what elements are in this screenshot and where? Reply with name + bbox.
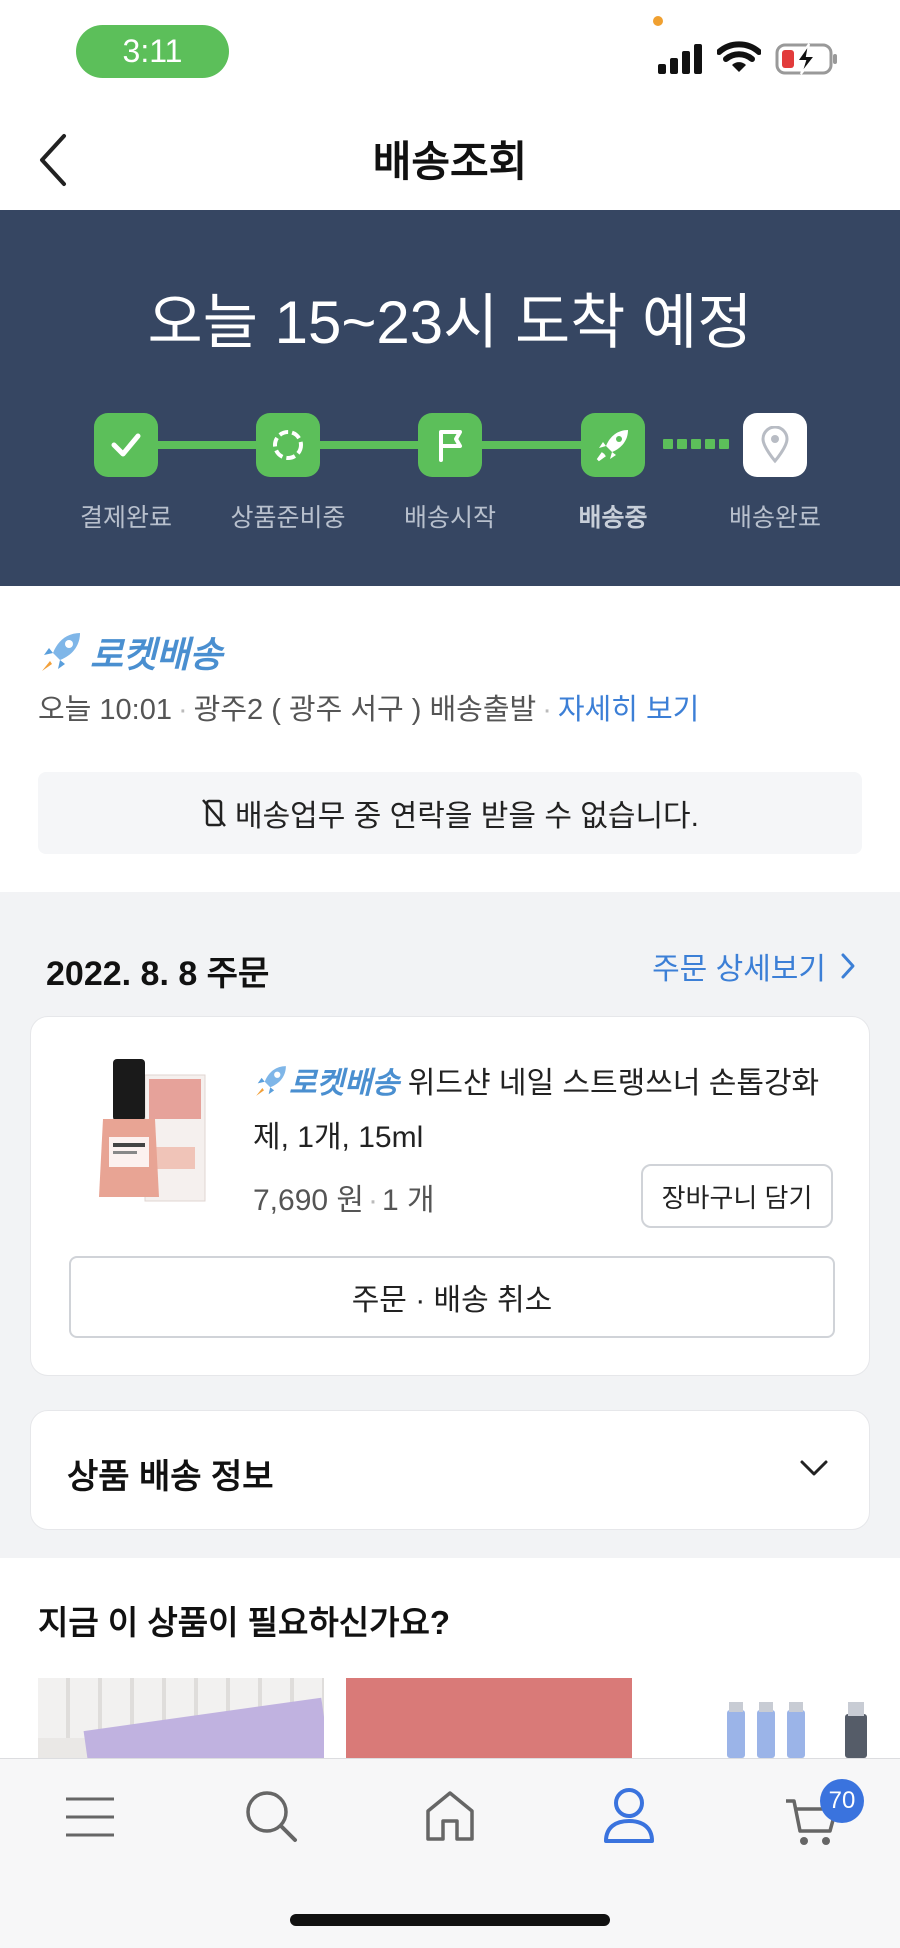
battery-charging-icon: [775, 43, 837, 75]
product-rocket-label: 로켓배송: [289, 1067, 400, 1100]
wifi-icon: [717, 41, 761, 72]
rocket-logo-icon: [256, 1066, 286, 1096]
step-label: 상품준비중: [230, 504, 346, 532]
step-loading-circle-icon: [256, 413, 320, 477]
cancel-order-button[interactable]: 주문 · 배송 취소: [69, 1256, 835, 1338]
home-icon[interactable]: [424, 1789, 476, 1843]
progress-tracker: 결제완료 상품준비중 배송시작 배송중 배송완료: [0, 210, 900, 586]
order-detail-link[interactable]: 주문 상세보기: [652, 944, 856, 988]
progress-line: [158, 441, 258, 449]
progress-line: [320, 441, 420, 449]
privacy-indicator-dot: [653, 16, 663, 26]
rocket-delivery-label: 로켓배송: [90, 634, 223, 675]
contact-notice: 배송업무 중 연락을 받을 수 없습니다.: [38, 772, 862, 854]
step-check-icon: [94, 413, 158, 477]
menu-icon[interactable]: [64, 1795, 116, 1839]
my-account-icon[interactable]: [602, 1787, 656, 1845]
recommend-section: 지금 이 상품이 필요하신가요?: [0, 1558, 900, 1758]
details-link[interactable]: 자세히 보기: [558, 694, 699, 726]
shipping-location: 광주2 ( 광주 서구 ) 배송출발: [193, 694, 537, 726]
search-icon[interactable]: [244, 1789, 298, 1843]
product-title[interactable]: 로켓배송 위드샨 네일 스트랭쓰너 손톱강화제, 1개, 15ml: [253, 1057, 843, 1165]
delivery-info-section: 로켓배송 오늘 10:01 · 광주2 ( 광주 서구 ) 배송출발 · 자세히 보기 …: [0, 586, 900, 892]
progress-line: [482, 441, 582, 449]
cart-count-badge: 70: [820, 1779, 864, 1823]
product-image[interactable]: [87, 1057, 217, 1207]
order-detail-label: 주문 상세보기: [652, 953, 826, 986]
progress-dotted-line: [663, 439, 729, 449]
step-flag-icon: [418, 413, 482, 477]
shipping-info-accordion[interactable]: 상품 배송 정보: [30, 1410, 870, 1530]
recommend-product-image[interactable]: [38, 1678, 324, 1758]
step-label-current: 배송중: [578, 504, 648, 532]
order-item-card: 로켓배송 위드샨 네일 스트랭쓰너 손톱강화제, 1개, 15ml 7,690 …: [30, 1016, 870, 1376]
status-bar: 3:11: [0, 0, 900, 100]
shipping-status-line: 오늘 10:01 · 광주2 ( 광주 서구 ) 배송출발 · 자세히 보기: [38, 694, 700, 726]
shipping-time: 오늘 10:01: [38, 694, 172, 726]
chevron-down-icon: [800, 1460, 828, 1476]
step-label: 배송시작: [403, 504, 496, 532]
status-time: 3:11: [76, 25, 229, 78]
order-section: 2022. 8. 8 주문 주문 상세보기 로켓배송 위드샨 네일 스트랭쓰너 …: [0, 892, 900, 1558]
product-qty: 1 개: [382, 1184, 435, 1217]
recommend-title: 지금 이 상품이 필요하신가요?: [38, 1604, 450, 1641]
shipping-info-title: 상품 배송 정보: [67, 1458, 274, 1496]
recommend-product-image[interactable]: [346, 1678, 632, 1758]
top-header: 배송조회: [0, 100, 900, 210]
step-location-pin-icon: [743, 413, 807, 477]
recommend-product-image[interactable]: [715, 1700, 885, 1758]
home-indicator: [290, 1914, 610, 1926]
product-price: 7,690 원: [253, 1184, 365, 1217]
add-to-cart-button[interactable]: 장바구니 담기: [641, 1164, 833, 1228]
page-title: 배송조회: [372, 138, 528, 185]
rocket-logo-icon: [42, 633, 80, 671]
order-date: 2022. 8. 8 주문: [46, 955, 270, 993]
step-label: 배송완료: [728, 504, 821, 532]
rocket-delivery-logo: 로켓배송: [38, 626, 222, 678]
step-label: 결제완료: [79, 504, 172, 532]
delivery-status-hero: 오늘 15~23시 도착 예정 결제완료 상품준비중 배송시작 배송중 배송완료: [0, 210, 900, 586]
cellular-signal-icon: [658, 44, 702, 74]
no-phone-icon: [202, 799, 226, 827]
notice-text: 배송업무 중 연락을 받을 수 없습니다.: [234, 800, 699, 833]
step-rocket-icon: [581, 413, 645, 477]
chevron-right-icon: [841, 953, 855, 979]
price-qty: 7,690 원 · 1 개: [253, 1184, 435, 1217]
